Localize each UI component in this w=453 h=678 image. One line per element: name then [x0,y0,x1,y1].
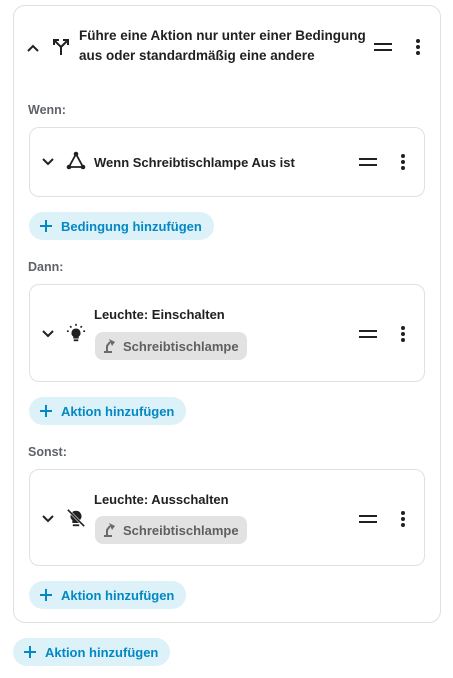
choose-action-header[interactable]: Führe eine Aktion nur unter einer Beding… [14,6,440,88]
bulb-on-icon [66,323,86,343]
add-action-then-button[interactable]: Aktion hinzufügen [29,397,187,425]
desk-lamp-icon [101,521,117,540]
if-section-label: Wenn: [28,103,66,117]
chevron-down-icon[interactable] [38,152,58,172]
plus-icon [39,404,53,418]
add-action-root-label: Aktion hinzufügen [45,644,159,660]
more-options-icon[interactable] [393,152,413,172]
drag-handle-icon[interactable] [358,509,378,529]
chevron-down-icon[interactable] [38,324,58,344]
target-chip[interactable]: Schreibtischlampe [95,516,247,544]
choose-action-card: Führe eine Aktion nur unter einer Beding… [13,5,441,623]
then-action-title: Leuchte: Einschalten [94,307,225,322]
plus-icon [23,645,37,659]
add-action-else-button[interactable]: Aktion hinzufügen [29,581,187,609]
block-title: Führe eine Aktion nur unter einer Beding… [79,28,366,63]
add-condition-label: Bedingung hinzufügen [61,218,202,234]
target-chip-label: Schreibtischlampe [123,338,239,354]
condition-card[interactable]: Wenn Schreibtischlampe Aus ist [29,127,425,197]
more-options-icon[interactable] [408,37,428,57]
chevron-up-icon[interactable] [23,38,43,58]
drag-handle-icon[interactable] [358,152,378,172]
chevron-down-icon[interactable] [38,509,58,529]
choose-arrows-icon [51,37,71,57]
desk-lamp-icon [101,337,117,356]
plus-icon [39,219,53,233]
state-graph-icon [66,151,86,171]
condition-title: Wenn Schreibtischlampe Aus ist [94,155,295,170]
add-action-root-button[interactable]: Aktion hinzufügen [13,638,171,666]
target-chip-label: Schreibtischlampe [123,522,239,538]
else-action-card[interactable]: Leuchte: Ausschalten Schreibtischlampe [29,469,425,566]
then-section-label: Dann: [28,260,64,274]
add-action-else-label: Aktion hinzufügen [61,587,175,603]
bulb-off-icon [66,508,86,528]
else-section-label: Sonst: [28,445,67,459]
drag-handle-icon[interactable] [373,37,393,57]
more-options-icon[interactable] [393,324,413,344]
then-action-card[interactable]: Leuchte: Einschalten Schreibtischlampe [29,284,425,382]
add-condition-button[interactable]: Bedingung hinzufügen [29,212,214,240]
add-action-then-label: Aktion hinzufügen [61,403,175,419]
drag-handle-icon[interactable] [358,324,378,344]
more-options-icon[interactable] [393,509,413,529]
else-action-title: Leuchte: Ausschalten [94,492,229,507]
target-chip[interactable]: Schreibtischlampe [95,332,247,360]
plus-icon [39,588,53,602]
